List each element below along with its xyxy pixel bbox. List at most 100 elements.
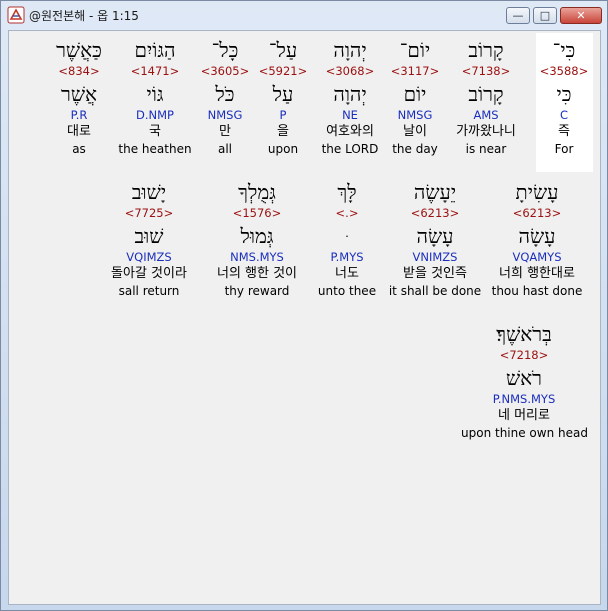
strong-number: <.> (335, 206, 359, 220)
word-token[interactable]: יוֹם־ <3117> יוֹם NMSG 날이 the day (385, 37, 445, 157)
parsing-code: AMS (473, 108, 499, 122)
parsing-code: P (279, 108, 287, 122)
parsing-code: P.NMS.MYS (492, 392, 556, 406)
hebrew-word: עָשִׂיתָ (515, 180, 559, 204)
korean-gloss: 너희 행한대로 (499, 266, 575, 281)
parsing-code: VQIMZS (126, 250, 172, 264)
hebrew-word: בְּרֹאשֶׁךָ׃ (496, 322, 552, 346)
maximize-icon: □ (539, 9, 551, 22)
strong-number: <6213> (410, 206, 460, 220)
word-token[interactable]: כַּאֲשֶׁר <834> אֲשֶׁר P.R 대로 as (43, 37, 115, 157)
hebrew-lemma: גּוֹי (146, 82, 164, 106)
hebrew-word: כַּאֲשֶׁר (56, 38, 102, 62)
parsing-code: NE (342, 108, 358, 122)
hebrew-lemma: רֹאשׁ (506, 366, 542, 390)
parsing-code: P.R (70, 108, 88, 122)
hebrew-lemma: אֲשֶׁר (61, 82, 97, 106)
strong-number: <6213> (512, 206, 562, 220)
word-token[interactable]: יֵעָשֶׂה <6213> עָשָׂה VNIMZS 받을 것인즉 it … (382, 179, 488, 299)
minimize-button[interactable]: — (506, 7, 530, 24)
app-window: @원전본해 - 옵 1:15 — □ ✕ כִּי־ <3588> כִּי C… (0, 0, 608, 611)
hebrew-word: הַגּוֹיִם (134, 38, 176, 62)
hebrew-word: יֵעָשֶׂה (413, 180, 457, 204)
interlinear-content: כִּי־ <3588> כִּי C 즉 For קָרוֹב <7138> … (8, 30, 601, 605)
word-token[interactable]: קָרוֹב <7138> קָרוֹב AMS 가까왔나니 is near (441, 37, 531, 157)
strong-number: <7138> (461, 64, 511, 78)
english-gloss: upon thine own head (461, 426, 588, 440)
english-gloss: For (554, 142, 574, 156)
parsing-code: D.NMP (136, 108, 174, 122)
maximize-button[interactable]: □ (533, 7, 557, 24)
hebrew-word: כָּל־ (211, 38, 239, 62)
korean-gloss: 네 머리로 (498, 408, 550, 423)
word-token[interactable]: בְּרֹאשֶׁךָ׃ <7218> רֹאשׁ P.NMS.MYS 네 머리… (461, 321, 588, 441)
strong-number: <3588> (539, 64, 589, 78)
hebrew-word: לָּךְ (337, 180, 357, 204)
hebrew-lemma: עָשָׂה (518, 224, 556, 248)
english-gloss: as (72, 142, 86, 156)
strong-number: <3068> (325, 64, 375, 78)
hebrew-lemma: יוֹם (403, 82, 427, 106)
word-token[interactable]: כָּל־ <3605> כֹּל NMSG 만 all (197, 37, 253, 157)
parsing-code: VQAMYS (512, 250, 562, 264)
hebrew-word: כִּי־ (552, 38, 576, 62)
english-gloss: is near (465, 142, 507, 156)
korean-gloss: 국 (149, 124, 161, 139)
english-gloss: thou hast done (491, 284, 583, 298)
word-token[interactable]: עַל־ <5921> עַל P 을 upon (257, 37, 309, 157)
strong-number: <1471> (130, 64, 180, 78)
korean-gloss: 너도 (335, 266, 359, 281)
korean-gloss: 너의 행한 것이 (216, 266, 298, 281)
hebrew-lemma: עָשָׂה (416, 224, 454, 248)
korean-gloss: 대로 (67, 124, 91, 139)
english-gloss: thy reward (224, 284, 290, 298)
word-token[interactable]: הַגּוֹיִם <1471> גּוֹי D.NMP 국 the heath… (115, 37, 195, 157)
english-gloss: the LORD (321, 142, 379, 156)
minimize-icon: — (512, 9, 524, 22)
hebrew-word: גְּמֻלְךָ (238, 180, 276, 204)
strong-number: <1576> (232, 206, 282, 220)
korean-gloss: 받을 것인즉 (403, 266, 467, 281)
korean-gloss: 만 (219, 124, 231, 139)
hebrew-word: יְהוָה (333, 38, 367, 62)
hebrew-word: יוֹם־ (399, 38, 431, 62)
english-gloss: all (217, 142, 233, 156)
word-token[interactable]: לָּךְ <.> ּ P.MYS 너도 unto thee (314, 179, 380, 299)
parsing-code: P.MYS (330, 250, 364, 264)
app-icon (7, 6, 25, 24)
korean-gloss: 가까왔나니 (456, 124, 516, 139)
close-icon: ✕ (576, 9, 586, 22)
hebrew-lemma: גְּמוּל (240, 224, 274, 248)
parsing-code: VNIMZS (412, 250, 458, 264)
parsing-code: NMSG (397, 108, 433, 122)
english-gloss: the heathen (118, 142, 192, 156)
title-bar[interactable]: @원전본해 - 옵 1:15 — □ ✕ (1, 1, 607, 29)
parsing-code: NMSG (207, 108, 243, 122)
strong-number: <7218> (499, 348, 549, 362)
parsing-code: NMS.MYS (230, 250, 284, 264)
hebrew-word: עַל־ (268, 38, 298, 62)
strong-number: <3605> (200, 64, 250, 78)
word-token[interactable]: עָשִׂיתָ <6213> עָשָׂה VQAMYS 너희 행한대로 th… (487, 179, 587, 299)
window-title: @원전본해 - 옵 1:15 (29, 9, 139, 23)
english-gloss: sall return (118, 284, 180, 298)
hebrew-lemma: קָרוֹב (468, 82, 504, 106)
english-gloss: it shall be done (388, 284, 482, 298)
word-token[interactable]: גְּמֻלְךָ <1576> גְּמוּל NMS.MYS 너의 행한 것… (204, 179, 310, 299)
hebrew-lemma: ּ (314, 223, 380, 249)
korean-gloss: 을 (277, 124, 289, 139)
hebrew-word: יָשׁוּב (131, 180, 167, 204)
english-gloss: upon (267, 142, 299, 156)
hebrew-lemma: שׁוּב (134, 224, 164, 248)
close-button[interactable]: ✕ (560, 7, 602, 24)
strong-number: <834> (58, 64, 100, 78)
strong-number: <3117> (390, 64, 440, 78)
word-token[interactable]: כִּי־ <3588> כִּי C 즉 For (534, 37, 594, 157)
word-token[interactable]: יְהוָה <3068> יְהוָה NE 여호와의 the LORD (314, 37, 386, 157)
word-token[interactable]: יָשׁוּב <7725> שׁוּב VQIMZS 돌아갈 것이라 sall… (97, 179, 201, 299)
hebrew-lemma: כֹּל (215, 82, 235, 106)
hebrew-word: קָרוֹב (468, 38, 504, 62)
korean-gloss: 날이 (403, 124, 427, 139)
parsing-code: C (559, 108, 569, 122)
korean-gloss: 여호와의 (326, 124, 374, 139)
